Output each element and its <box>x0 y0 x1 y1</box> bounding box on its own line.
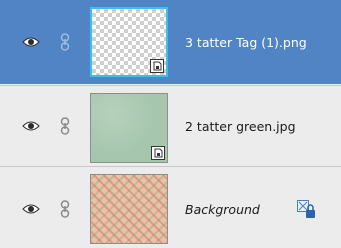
layer-row-green[interactable]: 2 tatter green.jpg <box>0 85 341 165</box>
smart-object-icon <box>151 146 165 160</box>
layer-row-tag[interactable]: 3 tatter Tag (1).png <box>0 0 341 84</box>
layer-row-background[interactable]: Background <box>0 166 341 248</box>
eye-visibility-icon[interactable] <box>22 36 40 48</box>
eye-visibility-icon[interactable] <box>22 120 40 132</box>
smart-object-icon <box>150 59 164 73</box>
eye-visibility-icon[interactable] <box>22 203 40 215</box>
lock-icon <box>297 200 315 218</box>
layer-thumbnail[interactable] <box>90 7 168 77</box>
layer-name[interactable]: 2 tatter green.jpg <box>185 119 296 134</box>
layer-thumbnail[interactable] <box>90 93 168 163</box>
layer-name[interactable]: 3 tatter Tag (1).png <box>185 35 307 50</box>
link-icon[interactable] <box>60 200 70 218</box>
link-icon[interactable] <box>60 33 70 51</box>
layer-name[interactable]: Background <box>185 202 260 217</box>
layer-thumbnail[interactable] <box>90 174 168 244</box>
link-icon[interactable] <box>60 117 70 135</box>
layers-panel: 3 tatter Tag (1).png 2 tatter green.jpg <box>0 0 341 248</box>
